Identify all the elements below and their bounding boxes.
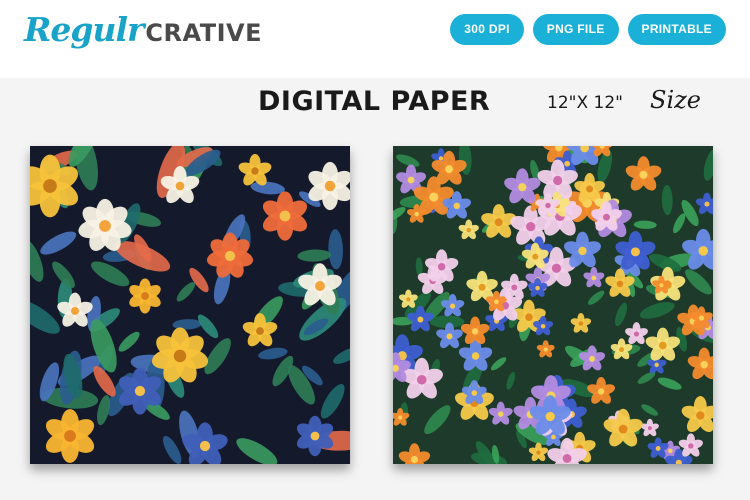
colorful-flower-pattern-image	[393, 146, 713, 464]
header-bar: Regulr CRATIVE 300 DPI PNG FILE PRINTABL…	[0, 0, 750, 78]
dark-floral-pattern-image	[30, 146, 350, 464]
badge-dpi: 300 DPI	[450, 14, 524, 45]
brand-logo-script: Regulr	[24, 10, 144, 49]
badge-printable: PRINTABLE	[627, 14, 726, 45]
size-label: Size	[650, 86, 701, 114]
paper-preview-colorful-flowers	[393, 146, 713, 464]
size-dimensions: 12"X 12"	[547, 93, 623, 113]
feature-badges: 300 DPI PNG FILE PRINTABLE	[450, 14, 726, 45]
brand-logo-bold: CRATIVE	[145, 19, 262, 47]
page-title: DIGITAL PAPER	[258, 86, 491, 117]
badge-file-type: PNG FILE	[532, 14, 619, 45]
paper-preview-dark-floral	[30, 146, 350, 464]
brand-logo[interactable]: Regulr CRATIVE	[24, 10, 262, 60]
